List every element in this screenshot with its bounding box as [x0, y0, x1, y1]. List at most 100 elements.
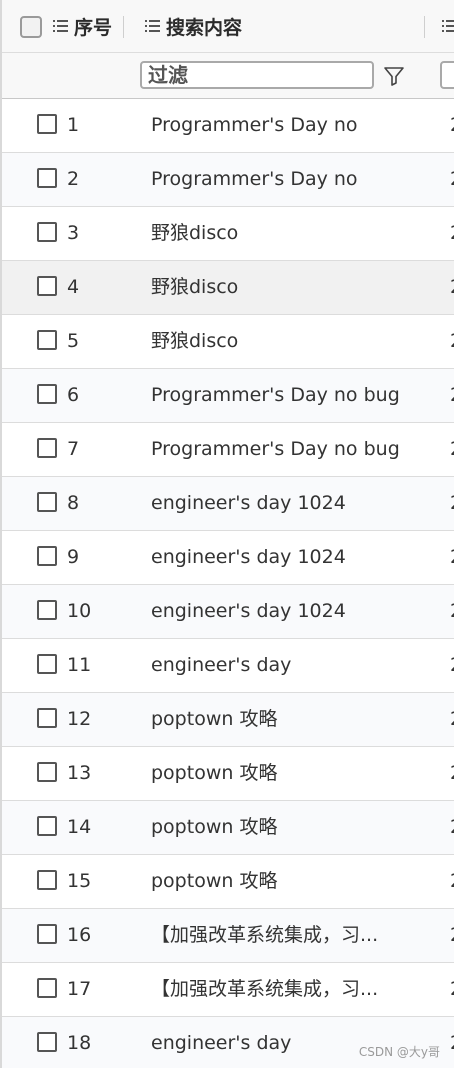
row-checkbox[interactable]: [37, 870, 57, 890]
table-row[interactable]: 8 engineer's day 1024 2: [2, 477, 454, 531]
row-next-column-cell: 2: [450, 855, 454, 908]
row-search-content: 【加强改革系统集成，习...: [151, 978, 379, 1000]
row-checkbox[interactable]: [37, 168, 57, 188]
row-search-content: 野狼disco: [151, 276, 239, 298]
column-separator[interactable]: [123, 16, 124, 38]
row-checkbox[interactable]: [37, 978, 57, 998]
table-row[interactable]: 17 【加强改革系统集成，习... 2: [2, 963, 454, 1017]
row-checkbox[interactable]: [37, 654, 57, 674]
table-row[interactable]: 3 野狼disco 2: [2, 207, 454, 261]
table-row[interactable]: 14 poptown 攻略 2: [2, 801, 454, 855]
row-seq: 16: [67, 924, 92, 946]
column-menu-icon[interactable]: [442, 20, 454, 33]
row-search-content: 野狼disco: [151, 330, 239, 352]
table-row[interactable]: 6 Programmer's Day no bug 2: [2, 369, 454, 423]
row-seq: 7: [67, 438, 80, 460]
row-checkbox[interactable]: [37, 816, 57, 836]
row-search-content: poptown 攻略: [151, 762, 278, 784]
table-row[interactable]: 4 野狼disco 2: [2, 261, 454, 315]
row-seq: 14: [67, 816, 92, 838]
row-next-column-cell: 2: [450, 477, 454, 530]
row-checkbox[interactable]: [37, 708, 57, 728]
table-row[interactable]: 16 【加强改革系统集成，习... 2: [2, 909, 454, 963]
row-seq: 8: [67, 492, 80, 514]
filter-row: [2, 53, 454, 99]
row-next-column-cell: 2: [450, 207, 454, 260]
column-header-next[interactable]: [442, 0, 454, 53]
table-row[interactable]: 15 poptown 攻略 2: [2, 855, 454, 909]
row-checkbox[interactable]: [37, 384, 57, 404]
row-search-content: Programmer's Day no bug: [151, 438, 400, 460]
row-checkbox[interactable]: [37, 276, 57, 296]
row-next-column-cell: 2: [450, 693, 454, 746]
watermark: CSDN @大y哥: [358, 1045, 440, 1059]
table-row[interactable]: 2 Programmer's Day no 2: [2, 153, 454, 207]
row-checkbox[interactable]: [37, 762, 57, 782]
row-seq: 2: [67, 168, 80, 190]
row-seq: 4: [67, 276, 80, 298]
row-next-column-cell: 2: [450, 369, 454, 422]
row-next-column-cell: 2: [450, 963, 454, 1016]
filter-input-next[interactable]: [440, 61, 454, 89]
row-seq: 12: [67, 708, 92, 730]
column-header-label: 搜索内容: [166, 17, 243, 39]
row-search-content: poptown 攻略: [151, 816, 278, 838]
row-next-column-cell: 2: [450, 747, 454, 800]
table-row[interactable]: 13 poptown 攻略 2: [2, 747, 454, 801]
table-row[interactable]: 1 Programmer's Day no 2: [2, 99, 454, 153]
row-seq: 18: [67, 1032, 92, 1054]
row-checkbox[interactable]: [37, 114, 57, 134]
column-menu-icon[interactable]: [53, 20, 68, 33]
column-menu-icon[interactable]: [145, 20, 160, 33]
row-search-content: poptown 攻略: [151, 708, 278, 730]
row-next-column-cell: 2: [450, 909, 454, 962]
row-search-content: engineer's day 1024: [151, 546, 346, 568]
row-next-column-cell: 2: [450, 315, 454, 368]
row-seq: 3: [67, 222, 80, 244]
column-header-seq[interactable]: 序号: [53, 0, 112, 53]
table-row[interactable]: 9 engineer's day 1024 2: [2, 531, 454, 585]
row-seq: 1: [67, 114, 80, 136]
row-next-column-cell: 2: [450, 99, 454, 152]
row-next-column-cell: 2: [450, 531, 454, 584]
table-row[interactable]: 12 poptown 攻略 2: [2, 693, 454, 747]
row-seq: 17: [67, 978, 92, 1000]
row-checkbox[interactable]: [37, 492, 57, 512]
table-row[interactable]: 10 engineer's day 1024 2: [2, 585, 454, 639]
row-next-column-cell: 2: [450, 1017, 454, 1068]
row-search-content: 【加强改革系统集成，习...: [151, 924, 379, 946]
column-header-search-content[interactable]: 搜索内容: [145, 0, 242, 53]
row-search-content: Programmer's Day no bug: [151, 384, 400, 406]
row-seq: 10: [67, 600, 92, 622]
table-row[interactable]: 5 野狼disco 2: [2, 315, 454, 369]
row-checkbox[interactable]: [37, 600, 57, 620]
table-row[interactable]: 7 Programmer's Day no bug 2: [2, 423, 454, 477]
row-checkbox[interactable]: [37, 438, 57, 458]
row-next-column-cell: 2: [450, 585, 454, 638]
column-separator[interactable]: [424, 16, 425, 38]
row-checkbox[interactable]: [37, 546, 57, 566]
row-next-column-cell: 2: [450, 423, 454, 476]
row-seq: 11: [67, 654, 92, 676]
row-seq: 6: [67, 384, 80, 406]
table-row[interactable]: 11 engineer's day 2: [2, 639, 454, 693]
row-seq: 15: [67, 870, 92, 892]
filter-input[interactable]: [140, 61, 374, 89]
row-seq: 9: [67, 546, 80, 568]
row-search-content: poptown 攻略: [151, 870, 278, 892]
funnel-icon[interactable]: [382, 64, 406, 88]
row-next-column-cell: 2: [450, 801, 454, 854]
row-checkbox[interactable]: [37, 330, 57, 350]
row-checkbox[interactable]: [37, 1032, 57, 1052]
grid-header: 序号 搜索内容: [2, 0, 454, 53]
column-header-label: 序号: [74, 17, 113, 39]
row-checkbox[interactable]: [37, 222, 57, 242]
row-seq: 13: [67, 762, 92, 784]
data-grid: 序号 搜索内容 1Programmer's Day no22P: [0, 0, 454, 1068]
row-search-content: Programmer's Day no: [151, 168, 358, 190]
select-all-cell: [20, 0, 42, 53]
row-next-column-cell: 2: [450, 153, 454, 206]
select-all-checkbox[interactable]: [20, 15, 42, 38]
row-search-content: Programmer's Day no: [151, 114, 358, 136]
row-checkbox[interactable]: [37, 924, 57, 944]
